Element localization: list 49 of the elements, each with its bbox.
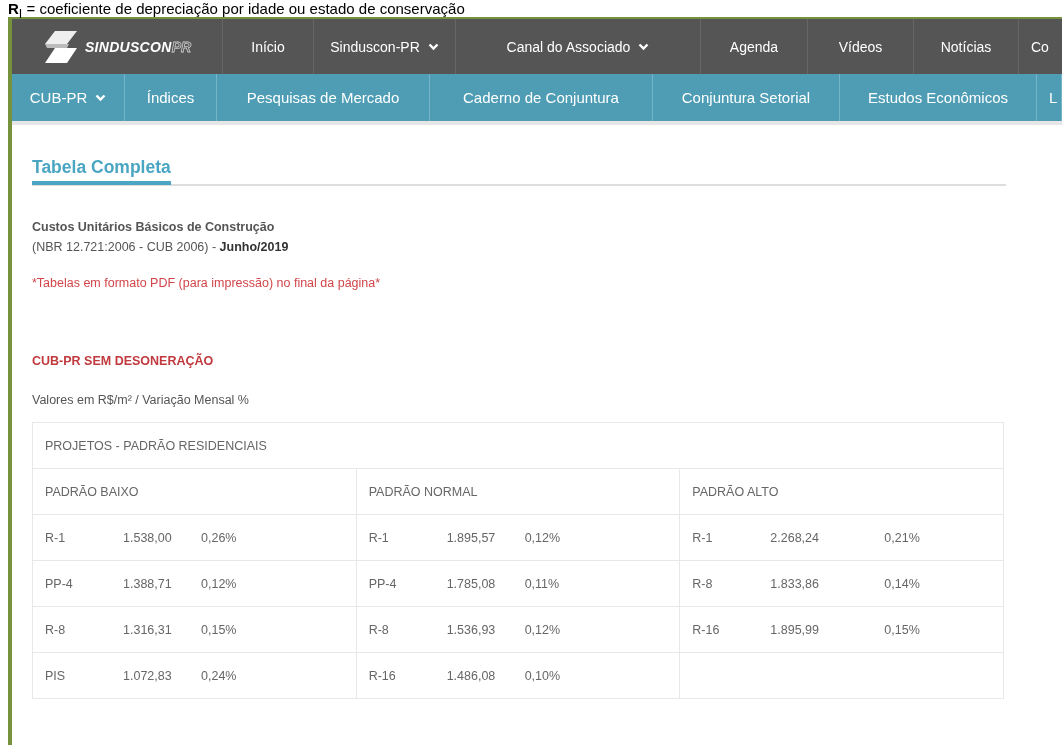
table-title: PROJETOS - PADRÃO RESIDENCIAIS [44,438,267,453]
table-cell-text: R-1 [368,530,390,545]
chevron-down-icon [95,93,107,102]
chevron-down-icon [427,42,439,51]
pdf-note: *Tabelas em formato PDF (para impressão) no final da página* [32,276,382,290]
table-cell-text: PP-4 [368,576,398,591]
table-cell-text: 0,12% [524,622,562,637]
standard-text: (NBR 12.721:2006 - CUB 2006) - Junho/2019 [32,240,290,254]
table-cell-text: 0,14% [884,576,921,591]
table-cell-text: R-8 [368,622,390,637]
table-cell-text: R-1 [692,530,714,545]
chevron-down-icon [638,42,650,51]
table-cell-text: 1.388,71 [123,576,173,591]
section-title: CUB-PR SEM DESONERAÇÃO [32,354,215,368]
table-cell-text: PP-4 [45,576,74,591]
table-cell-text: 0,24% [201,668,238,683]
table-cell-text: R-8 [692,576,714,591]
units-note: Valores em R$/m² / Variação Mensal % [32,393,250,407]
caption-text: R$_{I}$ = coeficiente de depreciação por idade ou estado de conservação [8,0,465,17]
table-cell-text: 1.536,93 [446,622,497,637]
table-cell-text: R-16 [368,668,397,683]
table-cell-text: PIS [45,668,67,683]
table-cell-text: 2.268,24 [770,530,820,545]
subtitle: Custos Unitários Básicos de Construção [32,220,276,234]
table-cell-text: 0,12% [201,576,238,591]
table-cell-text: 1.895,99 [770,622,820,637]
table-cell-text: R-16 [692,622,721,637]
column-heading: PADRÃO ALTO [691,484,779,499]
page-title: Tabela Completa [32,157,171,185]
table-cell-text: 0,12% [524,530,562,545]
table-cell-text: 1.785,08 [446,576,497,591]
table-cell-text: 0,15% [201,622,238,637]
table-cell-text: 0,15% [884,622,921,637]
column-heading: PADRÃO BAIXO [44,484,139,499]
table-cell-text: R-1 [45,530,67,545]
table-cell-text: 0,21% [884,530,921,545]
table-cell-text: 1.538,00 [123,530,173,545]
nav-tab[interactable]: Co [1019,19,1062,74]
logo-icon [42,28,79,65]
table-cell-text: 1.072,83 [123,668,173,683]
table-cell-text: 1.486,08 [446,668,497,683]
table-cell-text: 0,26% [201,530,238,545]
table-cell-text: R-8 [45,622,67,637]
column-heading: PADRÃO NORMAL [367,484,478,499]
table-cell-text: 1.833,86 [770,576,820,591]
table-cell-text: 1.316,31 [123,622,173,637]
table-cell-text: 0,11% [524,576,561,591]
table-cell-text: 0,10% [524,668,562,683]
table-cell-text: 1.895,57 [446,530,497,545]
